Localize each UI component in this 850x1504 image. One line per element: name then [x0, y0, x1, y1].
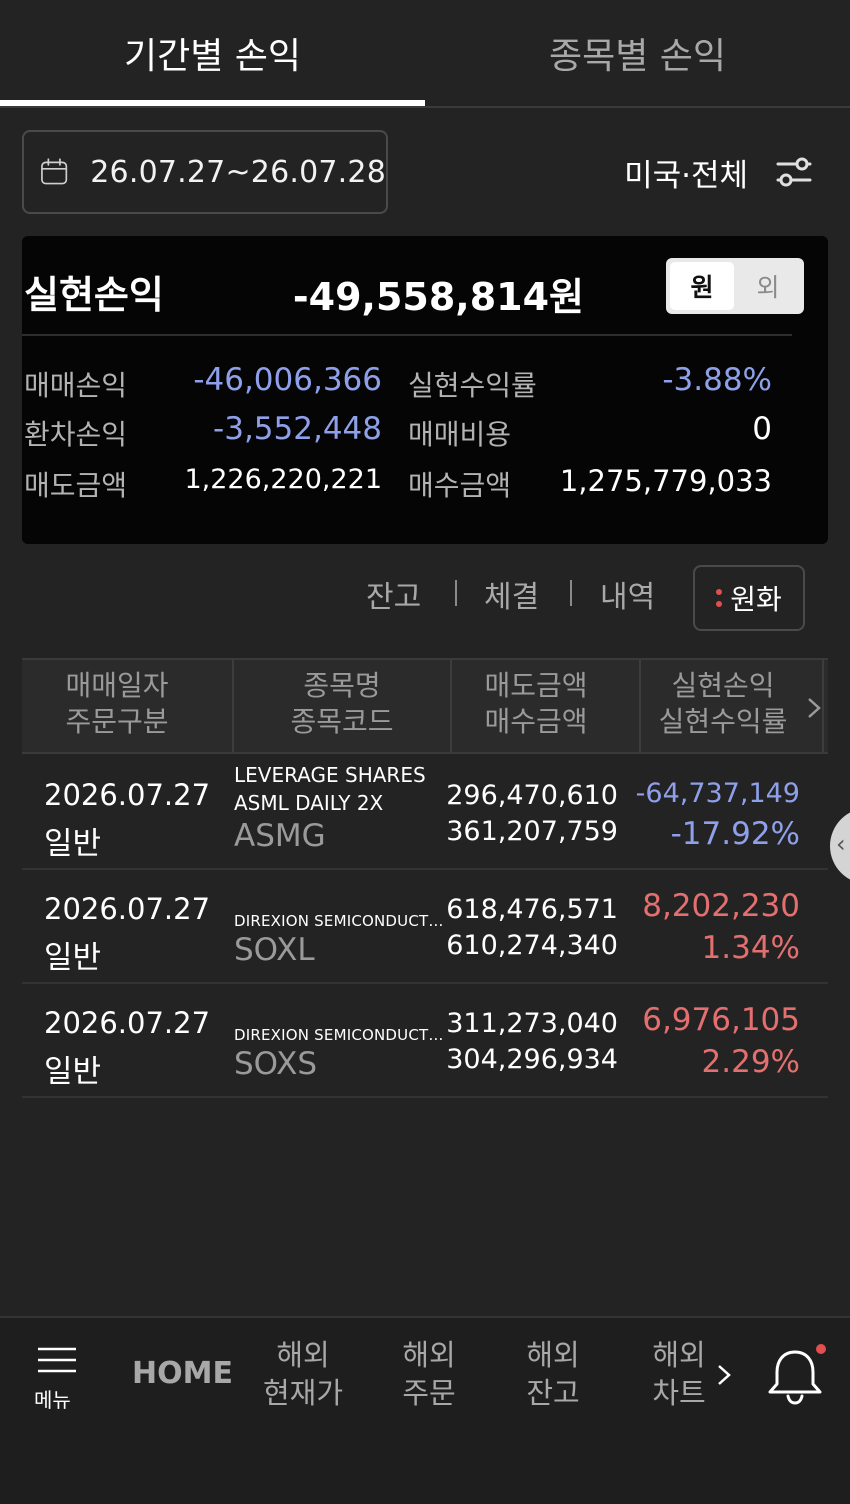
- segment-executions[interactable]: 체결: [484, 572, 539, 616]
- header-name-label: 종목명: [303, 669, 381, 702]
- summary-title: 실현손익: [24, 273, 164, 317]
- menu-label: 메뉴: [34, 1388, 71, 1412]
- row-realized-rate: -17.92%: [670, 816, 800, 852]
- header-pnl-rate: 실현손익 실현수익률: [641, 668, 805, 740]
- row-order-type: 일반: [44, 826, 102, 862]
- nav-overseas-order[interactable]: 해외 주문: [394, 1336, 464, 1412]
- buy-amount-value: 1,275,779,033: [559, 464, 772, 498]
- chevron-right-icon[interactable]: [804, 694, 824, 722]
- tab-period-pnl[interactable]: 기간별 손익: [0, 0, 425, 106]
- tab-bar: 기간별 손익 종목별 손익: [0, 0, 850, 108]
- row-stock-name-line1: LEVERAGE SHARES: [234, 763, 426, 787]
- row-realized-rate: 2.29%: [701, 1044, 800, 1080]
- market-filter-label: 미국·전체: [624, 157, 748, 194]
- menu-button[interactable]: 메뉴: [24, 1340, 88, 1412]
- trade-cost-value: 0: [752, 411, 772, 447]
- segment-balance[interactable]: 잔고: [366, 572, 421, 616]
- trade-pnl-label: 매매손익: [24, 369, 128, 402]
- date-range-text: 26.07.27~26.07.28: [90, 154, 386, 190]
- fx-pnl-value: -3,552,448: [213, 411, 382, 447]
- nav-item-line2: 차트: [652, 1376, 706, 1410]
- nav-item-line1: 해외: [652, 1338, 706, 1372]
- header-name-code: 종목명 종목코드: [234, 668, 450, 740]
- row-buy-amount: 610,274,340: [446, 930, 618, 961]
- header-sell-label: 매도금액: [484, 669, 588, 702]
- table-row[interactable]: 2026.07.27 일반 LEVERAGE SHARES ASML DAILY…: [22, 756, 828, 870]
- segment-divider: [570, 580, 572, 606]
- currency-toggle[interactable]: 원 외: [666, 258, 804, 314]
- row-order-type: 일반: [44, 1054, 102, 1090]
- row-date: 2026.07.27: [44, 1006, 211, 1040]
- nav-item-line1: 해외: [276, 1338, 330, 1372]
- side-panel-handle[interactable]: ‹: [830, 808, 850, 884]
- nav-item-line2: 현재가: [262, 1376, 344, 1410]
- header-sell-buy: 매도금액 매수금액: [452, 668, 620, 740]
- market-filter[interactable]: 미국·전체: [624, 142, 814, 202]
- row-stock-code: SOXS: [234, 1046, 318, 1082]
- segment-history[interactable]: 내역: [600, 572, 655, 616]
- row-buy-amount: 304,296,934: [446, 1044, 618, 1075]
- buy-amount-label: 매수금액: [408, 469, 512, 502]
- tab-stock-pnl[interactable]: 종목별 손익: [425, 0, 850, 106]
- sell-amount-value: 1,226,220,221: [184, 464, 382, 495]
- fx-pnl-label: 환차손익: [24, 418, 128, 451]
- sell-amount-label: 매도금액: [24, 469, 128, 502]
- table-row[interactable]: 2026.07.27 일반 DIREXION SEMICONDUCTOR BUL…: [22, 870, 828, 984]
- nav-item-line1: 해외: [526, 1338, 580, 1372]
- header-pnl-label: 실현손익: [671, 669, 775, 702]
- trade-cost-label: 매매비용: [408, 418, 512, 451]
- row-realized-rate: 1.34%: [701, 930, 800, 966]
- row-sell-amount: 618,476,571: [446, 894, 618, 925]
- summary-divider: [22, 334, 792, 336]
- won-currency-label: 원화: [730, 583, 782, 616]
- row-realized-pnl: 6,976,105: [642, 1002, 800, 1038]
- header-code-label: 종목코드: [290, 705, 394, 738]
- won-dot-icon: [716, 587, 723, 609]
- realized-rate-value: -3.88%: [662, 362, 772, 398]
- trade-pnl-value: -46,006,366: [193, 362, 382, 398]
- header-type-label: 주문구분: [65, 705, 169, 738]
- nav-overseas-chart[interactable]: 해외 차트: [644, 1336, 714, 1412]
- header-buy-label: 매수금액: [484, 705, 588, 738]
- header-date-type: 매매일자 주문구분: [22, 668, 212, 740]
- row-realized-pnl: 8,202,230: [642, 888, 800, 924]
- table-header: 매매일자 주문구분 종목명 종목코드 매도금액 매수금액 실현손익 실현수익률: [22, 658, 828, 754]
- row-realized-pnl: -64,737,149: [635, 778, 800, 809]
- table-row[interactable]: 2026.07.27 일반 DIREXION SEMICONDUCTOR BEA…: [22, 984, 828, 1098]
- row-buy-amount: 361,207,759: [446, 816, 618, 847]
- nav-home[interactable]: HOME: [132, 1356, 233, 1391]
- row-stock-code: SOXL: [234, 932, 315, 968]
- won-currency-button[interactable]: 원화: [693, 565, 805, 631]
- row-stock-name-line2: ASML DAILY 2X: [234, 791, 384, 815]
- row-order-type: 일반: [44, 940, 102, 976]
- row-sell-amount: 311,273,040: [446, 1008, 618, 1039]
- summary-total-value: -49,558,814원: [292, 275, 584, 319]
- chevron-left-icon: ‹: [836, 830, 846, 858]
- chevron-right-icon[interactable]: [714, 1360, 734, 1390]
- row-sell-amount: 296,470,610: [446, 780, 618, 811]
- nav-item-line2: 주문: [402, 1376, 456, 1410]
- currency-toggle-won[interactable]: 원: [670, 262, 734, 310]
- realized-rate-label: 실현수익률: [408, 369, 537, 402]
- segment-divider: [455, 580, 457, 606]
- calendar-icon: [41, 158, 68, 185]
- row-stock-code: ASMG: [234, 818, 326, 854]
- row-date: 2026.07.27: [44, 778, 211, 812]
- currency-toggle-foreign[interactable]: 외: [736, 262, 800, 310]
- active-tab-indicator: [0, 100, 425, 106]
- header-rate-label: 실현수익률: [658, 705, 788, 738]
- nav-item-line2: 잔고: [526, 1376, 580, 1410]
- row-date: 2026.07.27: [44, 892, 211, 926]
- nav-overseas-price[interactable]: 해외 현재가: [258, 1336, 348, 1412]
- filter-settings-icon[interactable]: [774, 152, 814, 192]
- nav-item-line1: 해외: [402, 1338, 456, 1372]
- hamburger-menu-icon: [38, 1347, 76, 1373]
- bottom-navigation: 메뉴 HOME 해외 현재가 해외 주문 해외 잔고 해외 차트: [0, 1316, 850, 1504]
- date-range-picker[interactable]: 26.07.27~26.07.28: [22, 130, 388, 214]
- header-date-label: 매매일자: [65, 669, 169, 702]
- nav-overseas-balance[interactable]: 해외 잔고: [518, 1336, 588, 1412]
- notification-bell-icon[interactable]: [764, 1342, 826, 1408]
